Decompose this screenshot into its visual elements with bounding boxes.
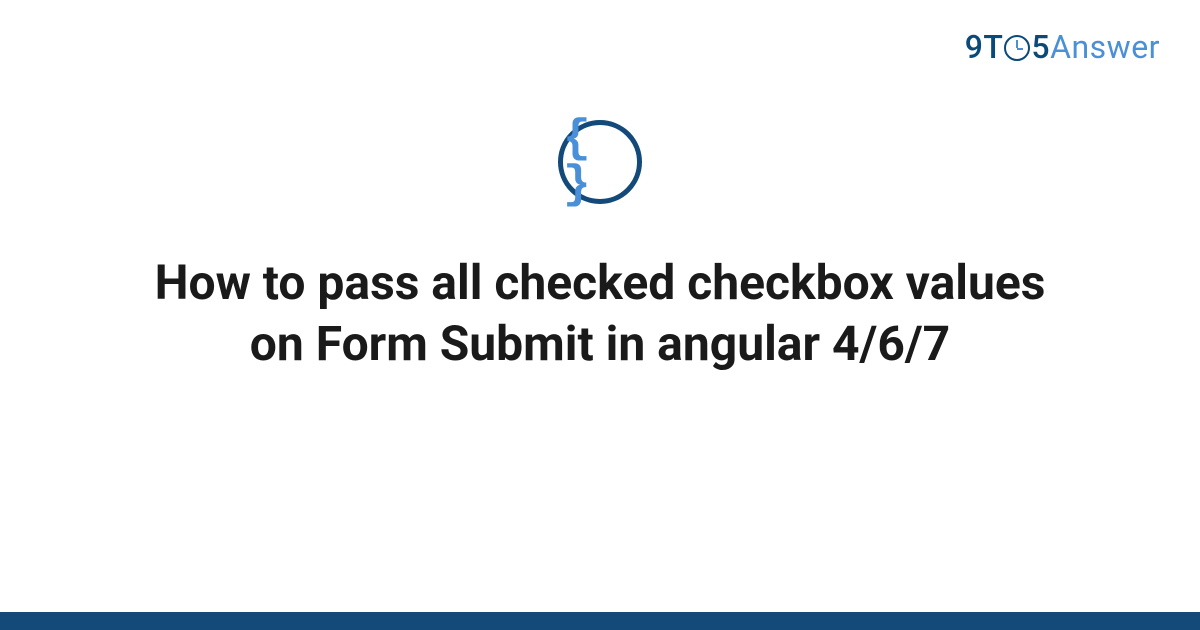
code-braces-icon: { } (558, 120, 642, 204)
logo-five: 5 (1031, 28, 1050, 66)
braces-glyph: { } (563, 116, 637, 208)
footer-accent-bar (0, 612, 1200, 630)
logo-nine: 9 (965, 28, 984, 66)
clock-icon (1004, 35, 1030, 61)
site-logo: 9T5Answer (965, 28, 1160, 66)
question-title: How to pass all checked checkbox values … (100, 252, 1100, 375)
logo-t: T (983, 28, 1003, 66)
main-content: { } How to pass all checked checkbox val… (0, 120, 1200, 375)
logo-answer: Answer (1050, 28, 1160, 66)
